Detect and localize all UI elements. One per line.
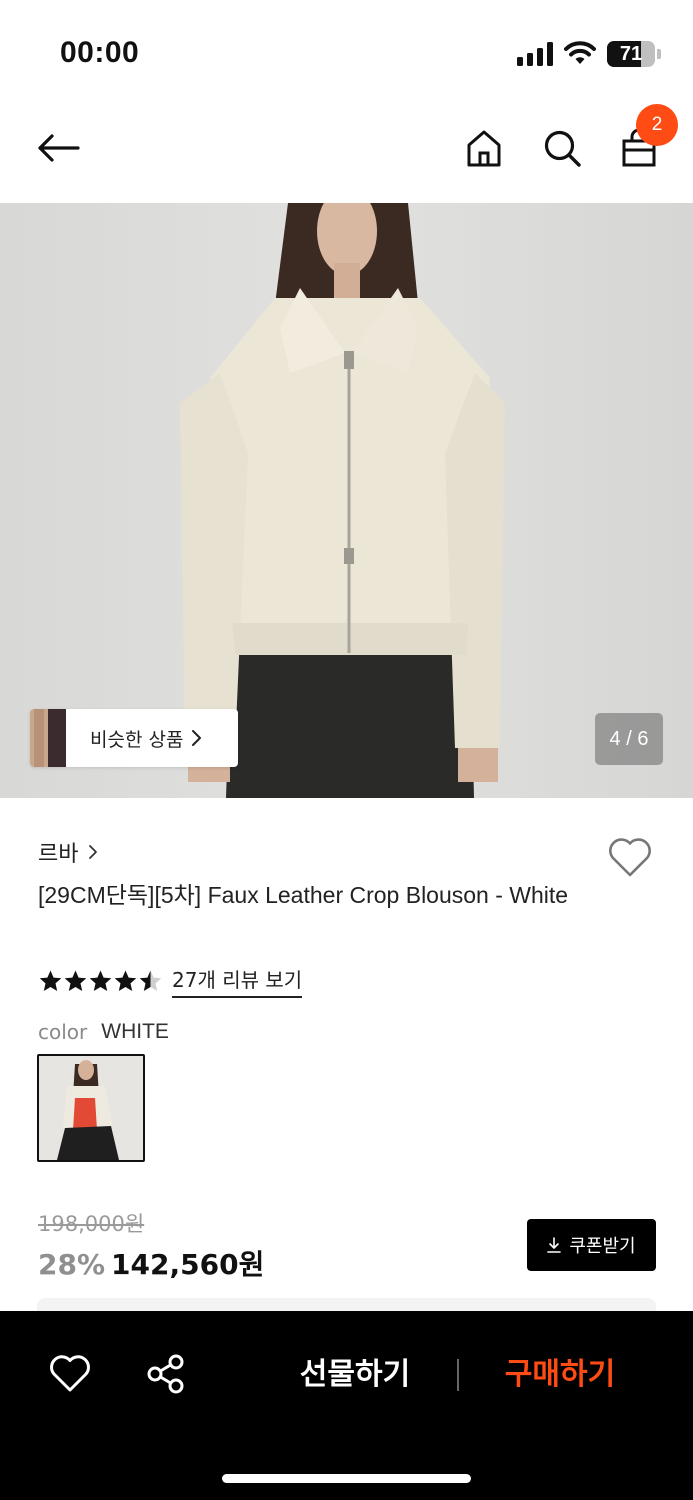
cellular-signal-icon	[517, 42, 555, 66]
coupon-label: 쿠폰받기	[569, 1236, 636, 1257]
chevron-right-icon	[192, 730, 202, 746]
brand-name: 르바	[38, 842, 79, 867]
star-half-icon	[139, 970, 162, 991]
top-nav-bar	[0, 100, 693, 203]
battery-percent: 71	[619, 43, 643, 65]
heart-icon	[609, 838, 651, 877]
arrow-left-icon	[38, 134, 80, 162]
status-time: 00:00	[60, 36, 140, 69]
brand-link[interactable]: 르바	[38, 836, 98, 868]
sale-price: 142,560원	[111, 1248, 265, 1281]
action-divider	[457, 1359, 459, 1391]
download-icon	[547, 1237, 562, 1253]
color-value: WHITE	[101, 1020, 169, 1043]
product-title: [29CM단독][5차] Faux Leather Crop Blouson -…	[38, 882, 569, 908]
gift-button[interactable]: 선물하기	[285, 1353, 425, 1397]
search-icon	[544, 130, 581, 167]
reviews-link[interactable]: 27개 리뷰 보기	[172, 964, 303, 998]
star-full-icon	[64, 970, 87, 991]
image-page-indicator: 4 / 6	[595, 713, 663, 765]
star-full-icon	[39, 970, 62, 991]
star-full-icon	[114, 970, 137, 991]
home-indicator	[222, 1474, 471, 1483]
home-icon	[467, 130, 501, 167]
star-rating	[38, 969, 163, 993]
similar-products-label: 비슷한 상품	[90, 728, 184, 751]
bottom-action-bar: 선물하기 구매하기	[0, 1311, 693, 1500]
battery-icon: 71	[607, 41, 655, 67]
discount-rate: 28%	[38, 1248, 106, 1281]
battery-cap	[657, 49, 661, 59]
similar-product-thumbnail	[30, 709, 66, 767]
original-price: 198,000원	[38, 1212, 145, 1236]
color-option-white[interactable]	[37, 1054, 145, 1162]
download-coupon-button[interactable]: 쿠폰받기	[527, 1219, 656, 1271]
cart-count-badge: 2	[636, 104, 678, 146]
similar-products-button[interactable]: 비슷한 상품	[30, 709, 238, 767]
color-swatch-image	[39, 1056, 143, 1160]
wishlist-button[interactable]	[606, 834, 654, 880]
wifi-icon	[563, 40, 597, 66]
buy-button[interactable]: 구매하기	[490, 1353, 630, 1397]
price-row: 28% 142,560원	[38, 1243, 264, 1283]
share-button[interactable]	[143, 1351, 189, 1397]
color-row: color WHITE	[38, 1020, 169, 1044]
bottom-wishlist-button[interactable]	[47, 1351, 93, 1397]
home-button[interactable]	[460, 124, 508, 172]
status-bar: 00:00 71	[0, 0, 693, 100]
rating-row: 27개 리뷰 보기	[38, 964, 303, 998]
color-label: color	[38, 1020, 88, 1044]
chevron-right-icon	[89, 845, 98, 859]
share-icon	[147, 1354, 184, 1394]
search-button[interactable]	[538, 124, 586, 172]
star-full-icon	[89, 970, 112, 991]
product-image-carousel[interactable]: 비슷한 상품 4 / 6	[0, 203, 693, 798]
heart-icon	[50, 1355, 90, 1392]
back-button[interactable]	[30, 125, 86, 171]
